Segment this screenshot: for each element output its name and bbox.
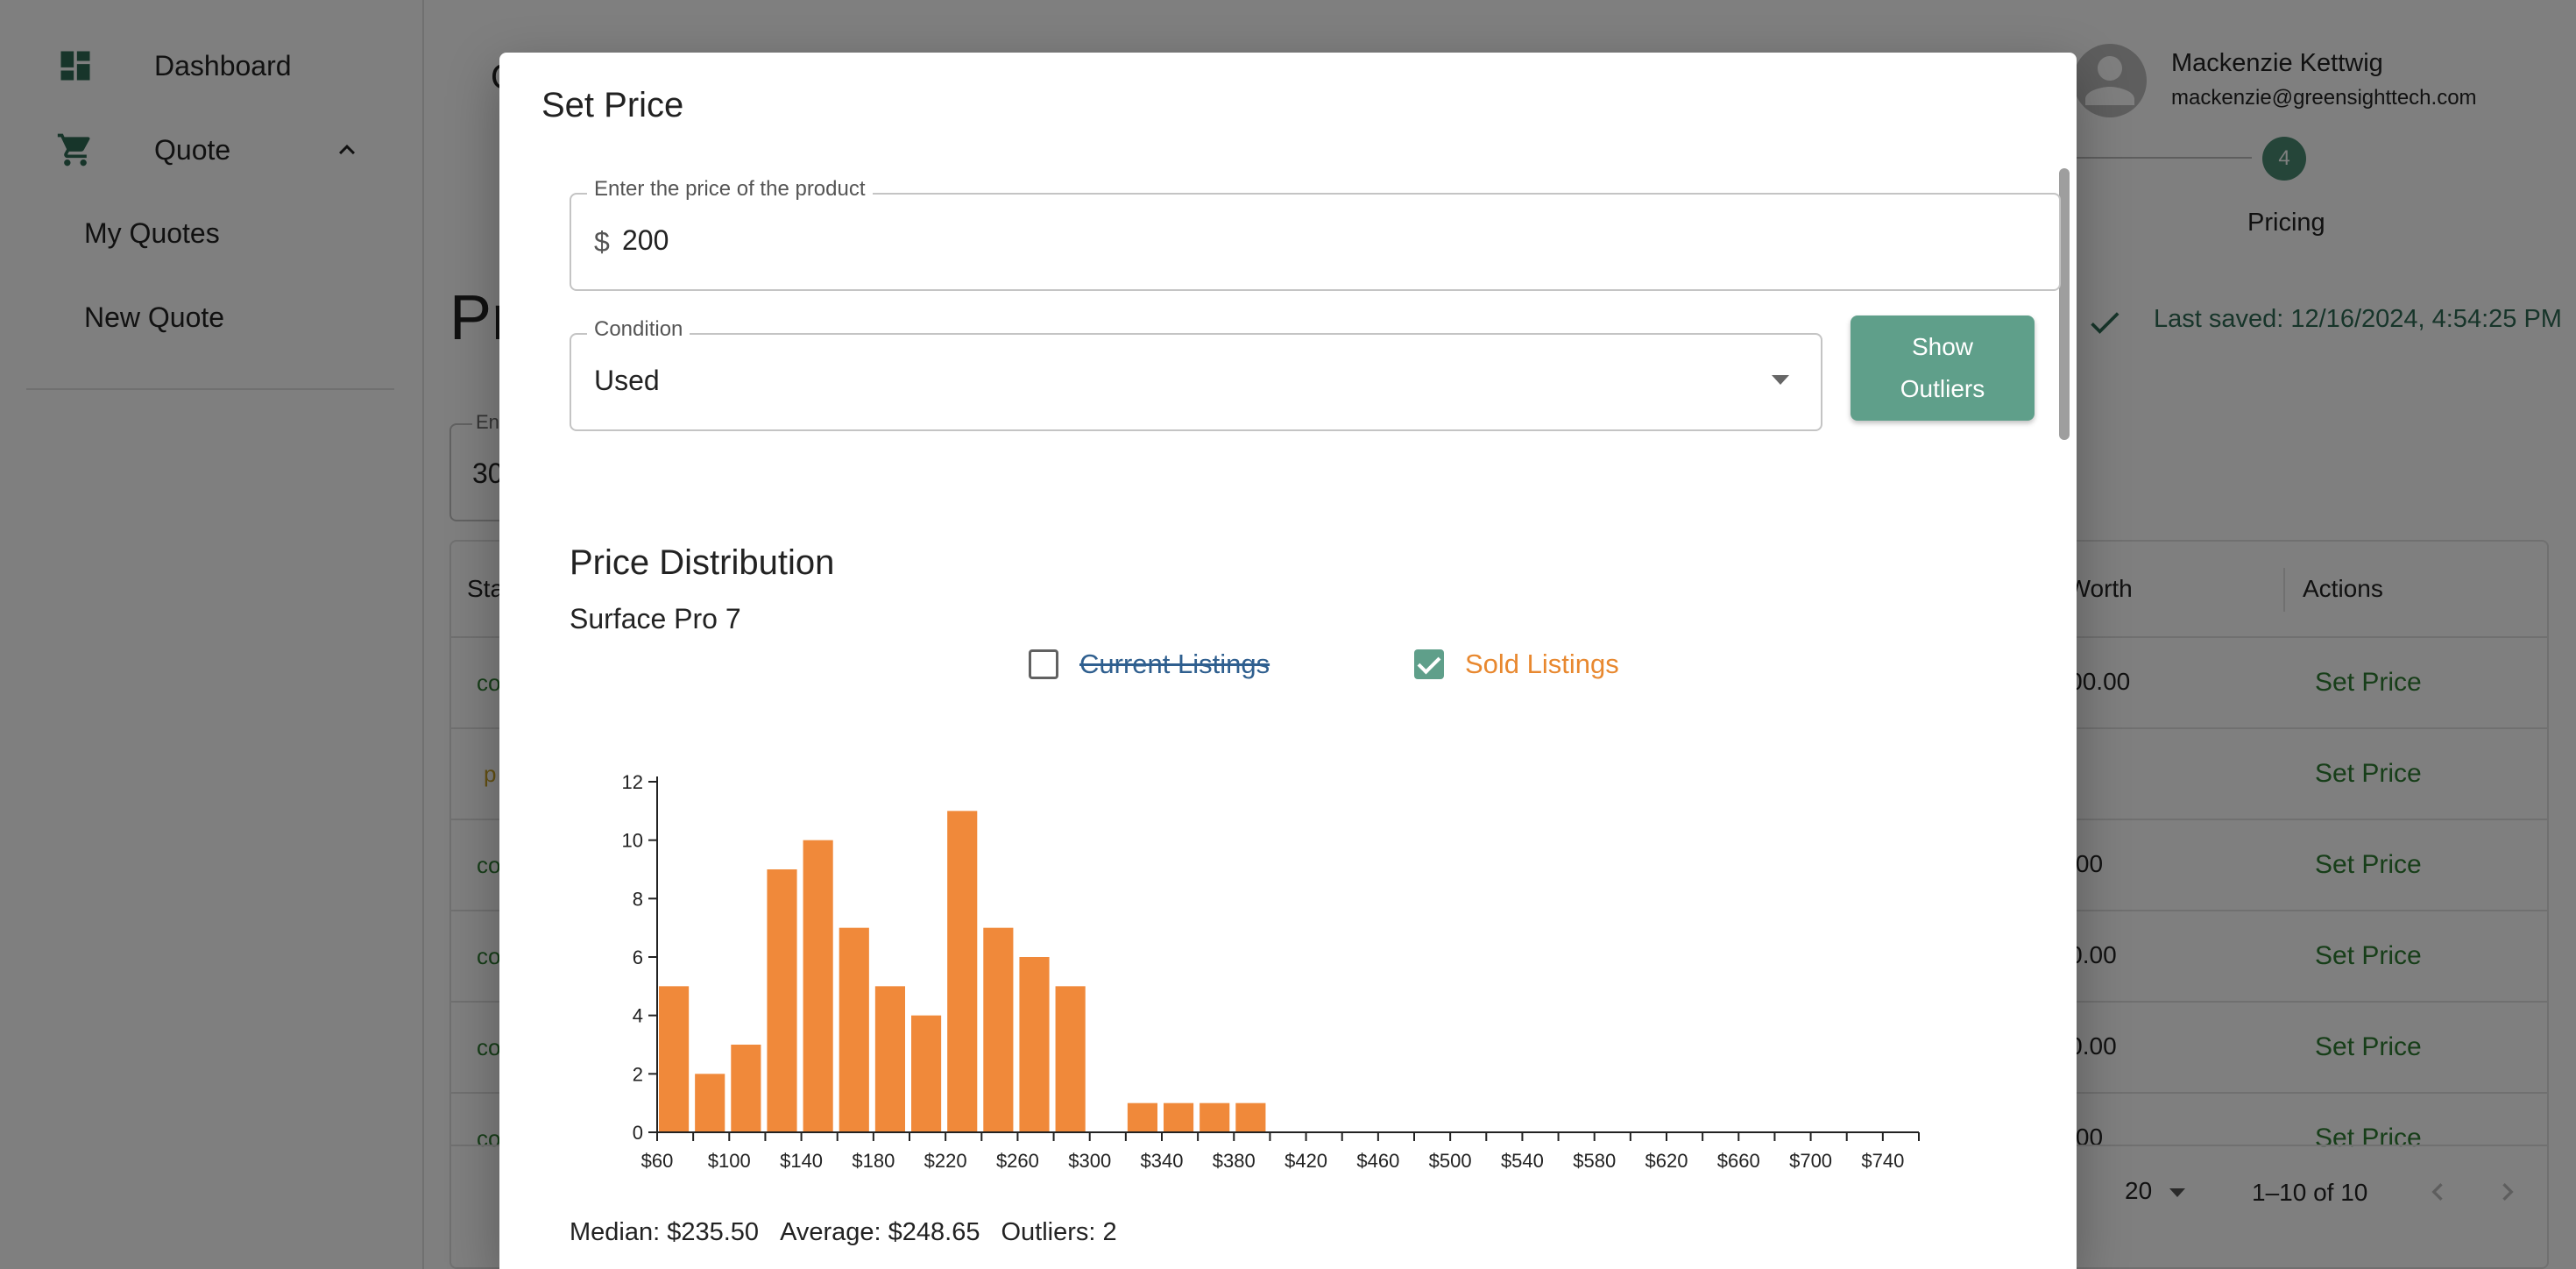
set-price-dialog: Set Price Enter the price of the product…	[499, 53, 2077, 1269]
histogram-bar	[695, 1074, 725, 1132]
x-tick-label: $700	[1789, 1150, 1832, 1172]
histogram-bar	[1055, 986, 1086, 1132]
histogram-bar	[839, 927, 869, 1132]
x-tick-label: $220	[924, 1150, 967, 1172]
x-tick-label: $540	[1501, 1150, 1544, 1172]
histogram-bar	[659, 986, 690, 1132]
histogram-bar	[947, 811, 978, 1132]
x-tick-label: $180	[852, 1150, 895, 1172]
y-tick-label: 12	[622, 771, 643, 793]
histogram-bar	[874, 986, 905, 1132]
x-tick-label: $260	[996, 1150, 1039, 1172]
average-value: Average: $248.65	[780, 1218, 980, 1246]
x-tick-label: $500	[1429, 1150, 1472, 1172]
x-tick-label: $580	[1573, 1150, 1616, 1172]
histogram-bar	[767, 869, 797, 1132]
y-tick-label: 2	[633, 1063, 643, 1085]
histogram-bar	[1235, 1102, 1266, 1132]
histogram-bar	[1164, 1102, 1194, 1132]
histogram-bar	[803, 840, 833, 1132]
y-tick-label: 10	[622, 830, 643, 852]
histogram-bar	[1019, 957, 1050, 1132]
histogram-bar	[983, 927, 1014, 1132]
median-value: Median: $235.50	[570, 1218, 760, 1246]
x-tick-label: $740	[1861, 1150, 1904, 1172]
outliers-count: Outliers: 2	[1001, 1218, 1117, 1246]
x-tick-label: $660	[1717, 1150, 1760, 1172]
y-tick-label: 6	[633, 946, 643, 968]
x-tick-label: $100	[708, 1150, 751, 1172]
price-histogram: 0 2 4 6 8 10 12 $60 $100 $140 $180 $220 $260 $300 $340…	[622, 771, 1920, 1172]
x-tick-label: $380	[1213, 1150, 1256, 1172]
histogram-bar	[1127, 1102, 1157, 1132]
y-tick-label: 4	[633, 1005, 643, 1027]
histogram-bar	[911, 1015, 942, 1132]
x-tick-label: $140	[780, 1150, 823, 1172]
x-tick-label: $340	[1141, 1150, 1184, 1172]
histogram-bar	[731, 1045, 761, 1132]
x-tick-label: $620	[1645, 1150, 1688, 1172]
x-tick-label: $60	[641, 1150, 674, 1172]
y-tick-label: 8	[633, 888, 643, 910]
distribution-summary: Median: $235.50 Average: $248.65 Outlier…	[570, 1218, 1117, 1247]
x-tick-label: $300	[1068, 1150, 1111, 1172]
x-tick-label: $420	[1284, 1150, 1327, 1172]
y-tick-label: 0	[633, 1122, 643, 1144]
x-tick-label: $460	[1356, 1150, 1399, 1172]
histogram-bar	[1200, 1102, 1230, 1132]
